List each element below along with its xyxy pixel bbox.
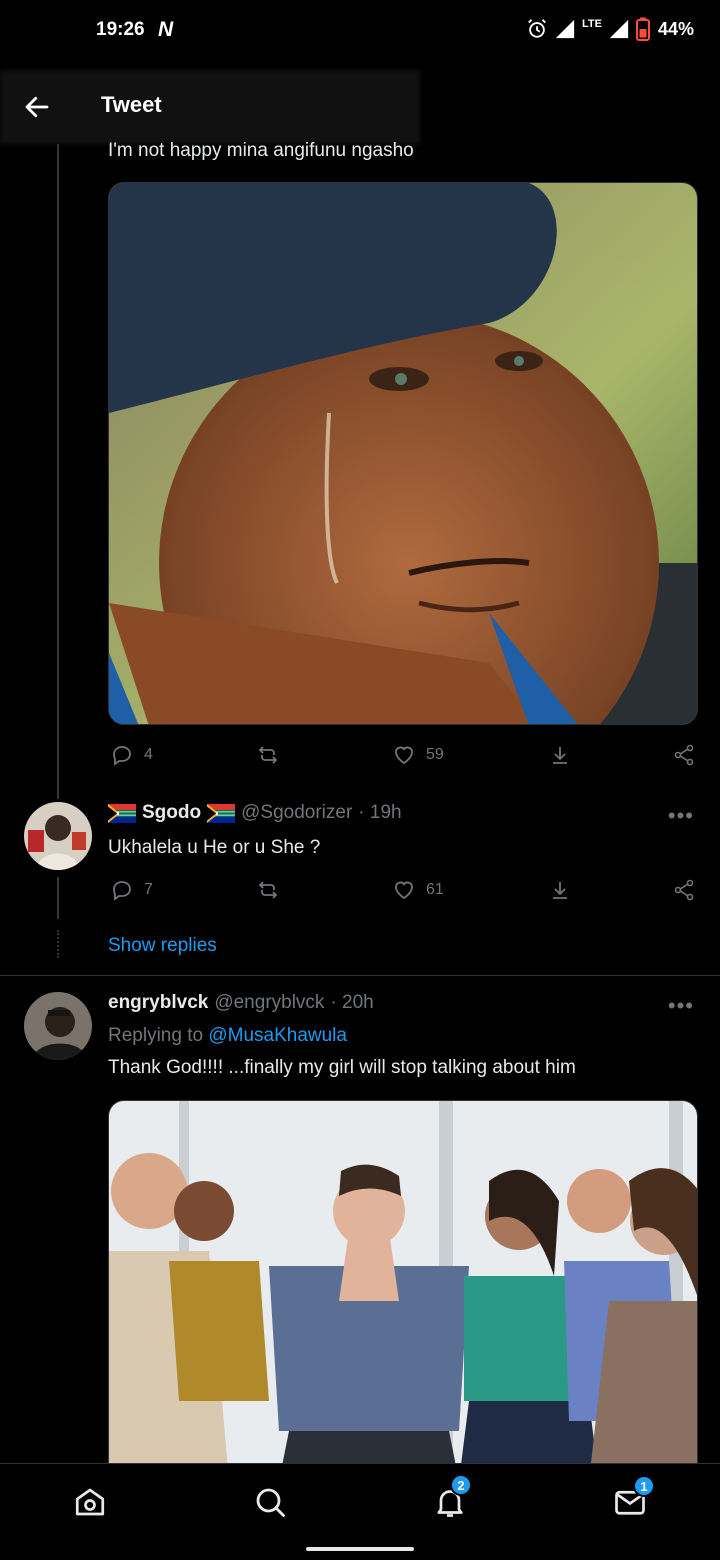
like-count: 59 <box>426 746 444 763</box>
like-button[interactable]: 59 <box>392 743 444 767</box>
thread-line-dotted <box>57 930 59 958</box>
reply-icon <box>113 881 131 901</box>
download-icon <box>553 882 567 899</box>
reply-button[interactable]: 4 <box>110 743 153 767</box>
home-indicator[interactable] <box>306 1547 414 1551</box>
download-button[interactable] <box>548 878 572 902</box>
battery-percent: 44% <box>657 18 694 39</box>
thread-line <box>57 877 59 919</box>
show-replies-link[interactable]: Show replies <box>108 935 217 957</box>
reply-icon <box>113 746 131 766</box>
heart-icon <box>395 746 413 765</box>
tweet-actions: 7 61 <box>108 878 698 908</box>
tweet-actions: 4 59 <box>108 743 698 773</box>
mention-link[interactable]: @MusaKhawula <box>208 1025 347 1046</box>
search-icon[interactable] <box>252 1484 288 1520</box>
signal-icon <box>555 19 575 39</box>
download-button[interactable] <box>548 743 572 767</box>
like-button[interactable]: 61 <box>392 878 444 902</box>
divider <box>0 975 720 976</box>
user-handle[interactable]: @engryblvck <box>214 992 324 1014</box>
retweet-button[interactable] <box>256 878 280 902</box>
back-arrow-icon[interactable] <box>22 92 52 122</box>
share-icon <box>674 879 694 901</box>
group-therapy-photo <box>109 1101 697 1480</box>
more-options-icon[interactable]: ••• <box>668 993 694 1019</box>
alarm-icon <box>528 19 546 38</box>
signal-icon-2 <box>609 19 629 39</box>
tweet-header: engryblvck @engryblvck · 20h <box>108 992 374 1014</box>
reply-button[interactable]: 7 <box>110 878 153 902</box>
bottom-navigation: 2 1 <box>0 1463 720 1560</box>
thread-line <box>57 144 59 799</box>
avatar[interactable] <box>24 992 92 1060</box>
status-bar: 19:26 N LTE 44% <box>0 0 720 60</box>
retweet-button[interactable] <box>256 743 280 767</box>
display-name[interactable]: engryblvck <box>108 992 208 1014</box>
like-count: 61 <box>426 881 444 898</box>
avatar-image <box>24 992 92 1060</box>
top-app-bar: Tweet <box>0 70 720 144</box>
home-icon[interactable] <box>72 1484 108 1520</box>
reply-count: 7 <box>144 881 153 898</box>
share-button[interactable] <box>672 878 696 902</box>
messages-badge: 1 <box>633 1475 655 1497</box>
south-africa-flag-icon <box>207 803 236 823</box>
avatar-image <box>24 802 92 870</box>
replying-prefix: Replying to <box>108 1025 209 1046</box>
tweet-photo[interactable] <box>108 1100 698 1480</box>
status-icons: LTE 44% <box>526 17 694 41</box>
tweet-time: · 19h <box>358 802 402 823</box>
reply-count: 4 <box>144 746 153 763</box>
download-icon <box>553 747 567 764</box>
retweet-icon <box>258 746 278 764</box>
share-icon <box>674 744 694 766</box>
notifications-badge: 2 <box>450 1474 472 1496</box>
tweet-text: Thank God!!!! ...finally my girl will st… <box>108 1057 576 1078</box>
display-name[interactable]: Sgodo <box>142 802 201 824</box>
share-button[interactable] <box>672 743 696 767</box>
status-time: 19:26 <box>96 19 145 40</box>
tweet-time: · 20h <box>330 992 374 1013</box>
retweet-icon <box>258 881 278 899</box>
battery-icon <box>635 17 650 41</box>
replying-to: Replying to @MusaKhawula <box>108 1025 347 1047</box>
tweet-header: Sgodo @Sgodorizer · 19h <box>108 802 402 824</box>
carrier-icon: N <box>158 18 174 41</box>
more-options-icon[interactable]: ••• <box>668 803 694 829</box>
page-title: Tweet <box>101 92 162 117</box>
south-africa-flag-icon <box>108 803 136 823</box>
tweet-text: I'm not happy mina angifunu ngasho <box>108 140 414 161</box>
crying-man-photo <box>109 183 697 724</box>
tweet-photo[interactable] <box>108 182 698 725</box>
heart-icon <box>395 881 413 900</box>
tweet-text: Ukhalela u He or u She ? <box>108 837 321 858</box>
lte-label: LTE <box>582 18 602 30</box>
avatar[interactable] <box>24 802 92 870</box>
user-handle[interactable]: @Sgodorizer <box>241 802 352 824</box>
